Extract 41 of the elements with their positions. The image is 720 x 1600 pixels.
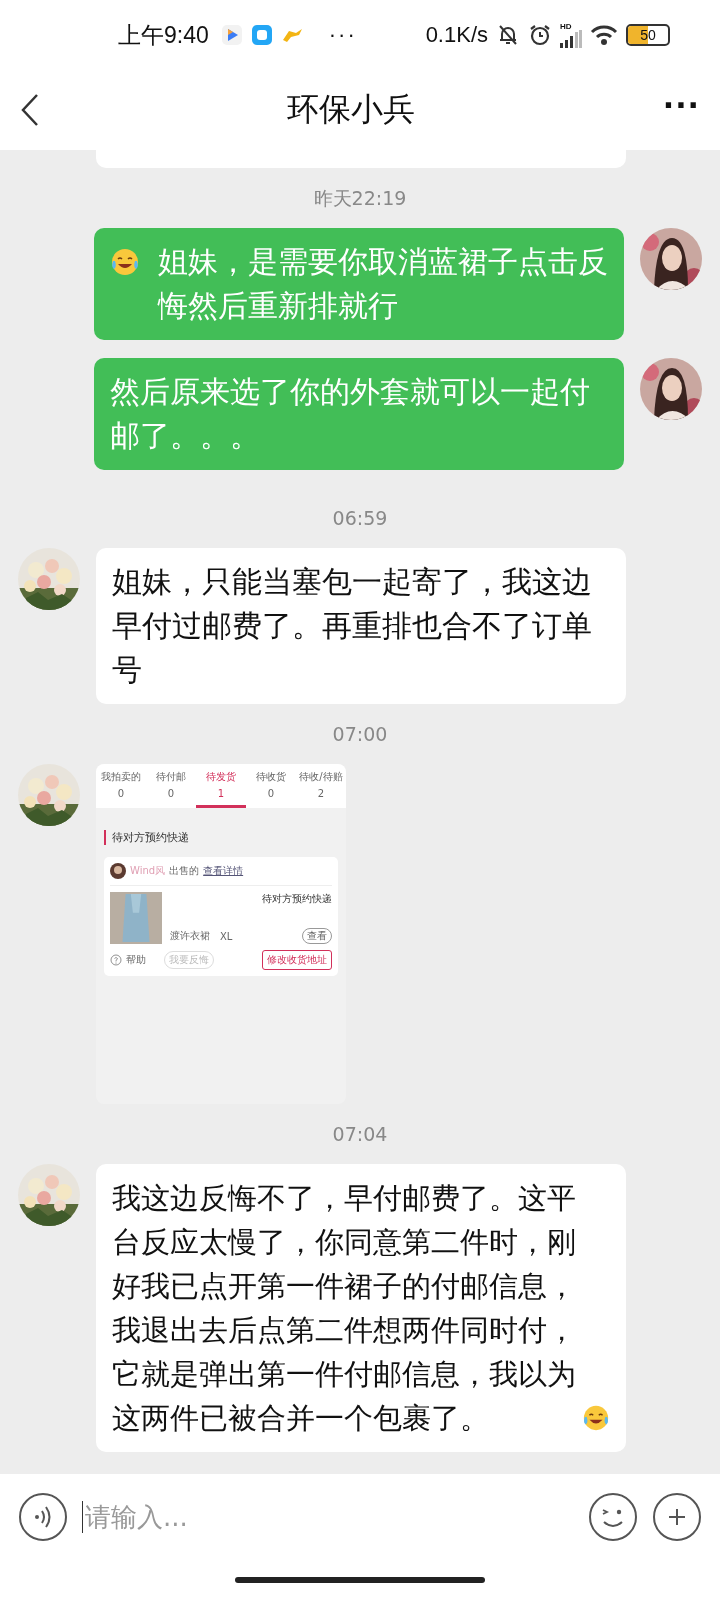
emoji-icon[interactable]: [588, 1492, 638, 1542]
message-time: 07:00: [332, 722, 388, 746]
help-label[interactable]: 帮助: [126, 953, 146, 967]
item-name: 渡许衣裙: [170, 929, 210, 943]
message-time: 昨天22:19: [313, 186, 407, 210]
wifi-icon: [590, 24, 618, 46]
order-status: 待对方预约快递: [262, 892, 332, 906]
more-icon[interactable]: ···: [662, 87, 700, 133]
order-tab[interactable]: 待收/待赔 2: [296, 770, 346, 808]
message-text: 姐妹，只能当塞包一起寄了，我这边早付过邮费了。再重排也合不了订单号: [112, 563, 593, 689]
message-text: 我这边反悔不了，早付邮费了。这平台反应太慢了，你同意第二件时，刚好我已点开第一件裙子的付邮信息，我退出去后点第二件想两件同时付，它就是弹出第一件付邮信息，我以为这两件已被合并一个包裹了。: [112, 1180, 577, 1437]
order-tab[interactable]: 待发货 1: [196, 770, 246, 808]
laughing-face-icon: [582, 1404, 610, 1432]
sold-label: 出售的: [169, 864, 200, 878]
message-time: 06:59: [332, 506, 388, 530]
message-time: 07:04: [332, 1122, 388, 1146]
play-app-icon: [220, 24, 243, 46]
details-link[interactable]: 查看详情: [203, 864, 244, 878]
laughing-face-icon: [110, 247, 140, 277]
voice-icon[interactable]: [18, 1492, 68, 1542]
screenshot-image[interactable]: 我拍卖的 0 待付邮 0 待发货 1 待收货 0 待收/待赔 2 待对方预约快递 Wind风 出售的 查看详情 待对方预约快递 渡许衣裙 XL 查看 帮助 我要反悔 修改收货地址: [96, 764, 346, 1104]
order-tab[interactable]: 待收货 0: [246, 770, 296, 808]
alarm-icon: [528, 23, 552, 47]
more-notifications-icon: ···: [328, 22, 357, 48]
message-text: 然后原来选了你的外套就可以一起付邮了。。。: [110, 373, 591, 455]
help-icon: [110, 954, 122, 966]
message-text: 姐妹，是需要你取消蓝裙子点击反悔然后重新排就行: [158, 243, 608, 325]
item-size: XL: [220, 930, 233, 942]
status-time: 上午9:40: [118, 20, 209, 50]
order-tab[interactable]: 我拍卖的 0: [96, 770, 146, 808]
muted-bell-icon: [496, 23, 520, 47]
seller-name: Wind风: [130, 864, 166, 878]
chat-title: 环保小兵: [286, 89, 417, 130]
back-icon[interactable]: [20, 93, 40, 127]
section-heading: 待对方预约快递: [104, 830, 338, 845]
change-address-button[interactable]: 修改收货地址: [262, 950, 332, 970]
network-speed: 0.1K/s: [425, 22, 488, 48]
order-tab[interactable]: 待付邮 0: [146, 770, 196, 808]
add-icon[interactable]: [652, 1492, 702, 1542]
message-input[interactable]: 请输入...: [82, 1501, 554, 1533]
chat-app-icon: [250, 24, 273, 46]
